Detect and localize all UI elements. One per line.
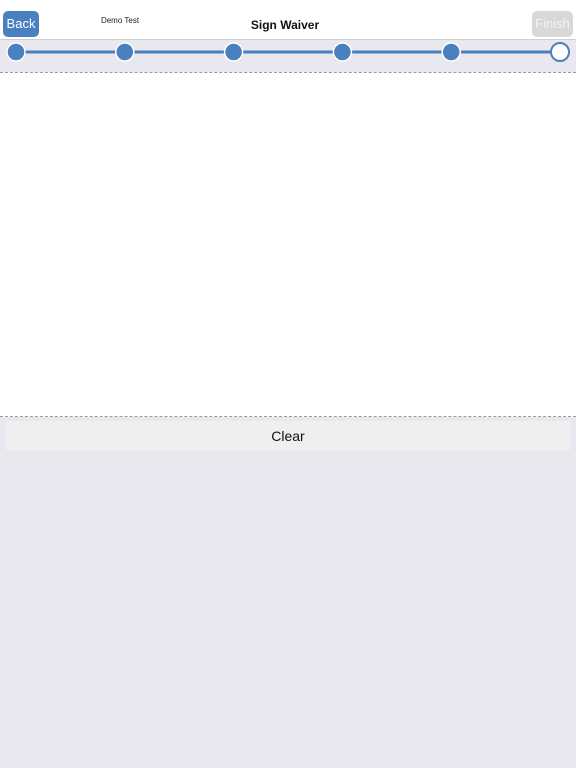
signature-pad[interactable] [0, 72, 576, 417]
step-dot-completed [6, 42, 26, 62]
sign-waiver-screen: Back Demo Test Sign Waiver Finish Clear [0, 0, 576, 768]
page-title: Sign Waiver [0, 18, 576, 32]
header-bar: Back Demo Test Sign Waiver Finish [0, 0, 576, 39]
step-dot-completed [223, 42, 244, 62]
step-dot-completed [332, 42, 353, 62]
clear-button[interactable]: Clear [6, 421, 570, 451]
progress-stepper-graphic [6, 42, 570, 62]
step-dot-completed [441, 42, 461, 62]
step-dot-completed [115, 42, 135, 62]
progress-stepper [0, 39, 576, 72]
page-title-text: Sign Waiver [250, 18, 320, 32]
step-dot-current [550, 42, 570, 62]
finish-button[interactable]: Finish [532, 11, 573, 37]
